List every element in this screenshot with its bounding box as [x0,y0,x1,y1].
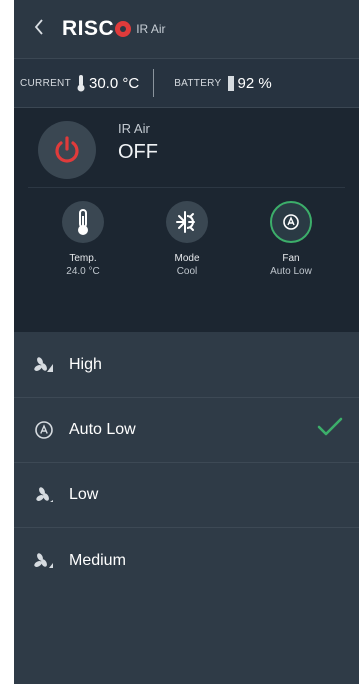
card-divider [28,187,345,188]
fan-medium-icon [33,551,55,571]
fan-options-list: High Auto Low Low Medium [14,333,359,593]
app-header: RISC IR Air [14,0,359,58]
fan-option-label: Low [69,486,99,503]
header-device-name: IR Air [136,22,166,36]
current-label: CURRENT [20,77,71,89]
temperature-value: 24.0 °C [66,266,100,277]
temperature-control[interactable]: Temp. 24.0 °C [43,201,123,277]
fan-auto-icon [33,420,55,440]
fan-option-label: Auto Low [69,421,136,438]
mode-control[interactable]: Mode Cool [147,201,227,277]
fan-option-high[interactable]: High [14,333,359,398]
fan-low-icon [33,485,55,505]
battery-icon [227,75,234,91]
brand-text: RISC [62,17,115,40]
current-temperature: 30.0 °C [89,74,140,92]
back-button[interactable] [34,19,56,39]
device-card: IR Air OFF Temp. 24.0 °C Mode Cool Fan A… [14,108,359,332]
device-title: IR Air [118,121,150,136]
temperature-button[interactable] [62,201,104,243]
app-screen: RISC IR Air CURRENT 30.0 °C BATTERY 92 %… [14,0,359,684]
snowflake-sun-icon [176,211,195,233]
mode-label: Mode [174,253,200,264]
fan-auto-icon [283,214,299,230]
thermometer-icon [77,75,85,92]
fan-option-auto-low[interactable]: Auto Low [14,398,359,463]
battery-value: 92 % [237,74,272,92]
fan-option-low[interactable]: Low [14,463,359,528]
mode-value: Cool [176,266,198,277]
fan-option-label: High [69,356,102,373]
fan-option-label: Medium [69,551,126,569]
temperature-label: Temp. [69,253,97,264]
brand-logo-mark [115,21,132,37]
thermometer-icon [78,209,88,235]
fan-option-medium[interactable]: Medium [14,528,359,593]
device-state: OFF [118,141,158,163]
power-button[interactable] [38,121,96,179]
fan-value: Auto Low [270,266,312,277]
battery-label: BATTERY [174,77,222,89]
status-divider [153,69,155,97]
brand-logo: RISC [62,17,132,41]
fan-button[interactable] [270,201,312,243]
mode-button[interactable] [166,201,208,243]
status-bar: CURRENT 30.0 °C BATTERY 92 % [14,58,359,108]
chevron-left-icon [34,19,43,35]
fan-control[interactable]: Fan Auto Low [251,201,331,277]
checkmark-icon [317,417,343,436]
fan-label: Fan [282,253,300,264]
power-icon [55,136,79,163]
fan-high-icon [33,355,55,375]
